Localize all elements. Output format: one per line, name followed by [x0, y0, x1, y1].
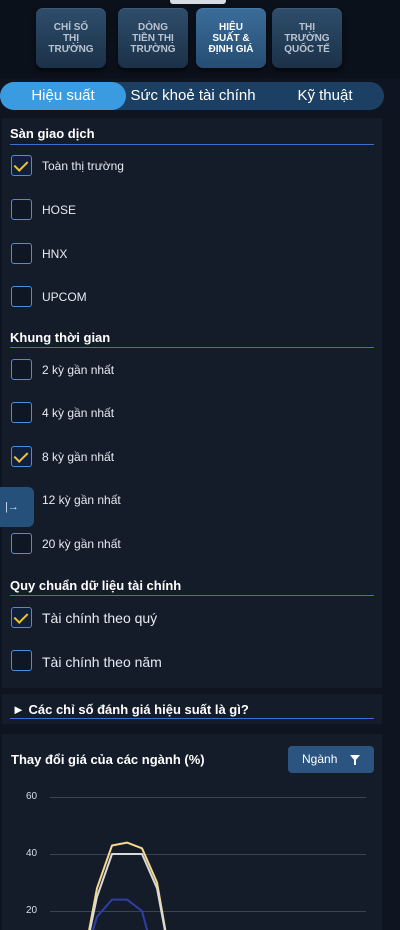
tab-technical[interactable]: Kỹ thuật [270, 82, 380, 110]
funnel-icon [350, 755, 360, 765]
nav-performance-valuation[interactable]: HIỆU SUẤT & ĐỊNH GIÁ [196, 8, 266, 68]
checkbox-yearly[interactable] [11, 650, 32, 671]
section-divider [10, 718, 374, 719]
timeframe-section-title: Khung thời gian [10, 330, 111, 345]
checkbox-hose[interactable] [11, 199, 32, 220]
chart-title: Thay đổi giá của các ngành (%) [11, 752, 205, 767]
checkbox-label: Tài chính theo quý [42, 610, 158, 626]
nav-label-line: TIỀN THỊ [132, 32, 174, 44]
nav-label-line: TRƯỜNG [284, 32, 330, 44]
nav-label-line: HIỆU [219, 21, 243, 33]
checkbox-label: 12 kỳ gần nhất [42, 493, 121, 507]
checkbox-label: Tài chính theo năm [42, 654, 162, 670]
faq-toggle[interactable]: ► Các chỉ số đánh giá hiệu suất là gì? [12, 702, 249, 717]
top-navigation: CHỈ SỐ THỊ TRƯỜNG DÒNG TIỀN THỊ TRƯỜNG H… [0, 0, 400, 78]
checkbox-label: 4 kỳ gần nhất [42, 406, 115, 420]
tab-performance[interactable]: Hiệu suất [0, 82, 126, 110]
checkbox-hnx[interactable] [11, 243, 32, 264]
nav-label-line: TRƯỜNG [130, 43, 176, 55]
nav-international-market[interactable]: THỊ TRƯỜNG QUỐC TẾ [272, 8, 342, 68]
nav-label-line: THỊ [62, 32, 80, 44]
nav-label-line: QUỐC TẾ [284, 43, 330, 55]
filter-button-label: Ngành [302, 752, 338, 766]
nav-label-line: CHỈ SỐ [53, 21, 89, 33]
financial-data-section-title: Quy chuẩn dữ liệu tài chính [10, 578, 182, 593]
section-divider [10, 595, 374, 596]
sector-filter-button[interactable]: Ngành [288, 746, 374, 773]
checkbox-label: UPCOM [42, 290, 87, 304]
checkbox-label: 2 kỳ gần nhất [42, 363, 115, 377]
section-divider [10, 144, 374, 145]
nav-label-line: SUẤT & [212, 32, 250, 44]
checkbox-label: HOSE [42, 203, 77, 217]
nav-label-line: DÒNG [138, 21, 168, 33]
checkbox-quarterly[interactable] [11, 607, 32, 628]
checkbox-upcom[interactable] [11, 286, 32, 307]
checkbox-label: Toàn thị trường [42, 159, 124, 173]
checkbox-label: 8 kỳ gần nhất [42, 450, 115, 464]
sub-tabs: Hiệu suất Sức khoẻ tài chính Kỹ thuật [0, 82, 384, 110]
sector-price-chart [82, 841, 172, 930]
tab-financial-health[interactable]: Sức khoẻ tài chính [126, 82, 260, 110]
nav-label-line: ĐỊNH GIÁ [208, 43, 254, 55]
exchange-section-title: Sàn giao dịch [10, 126, 95, 141]
checkbox-4-periods[interactable] [11, 402, 32, 423]
nav-label-line: THỊ [298, 21, 316, 33]
top-notch [170, 0, 226, 4]
checkbox-label: HNX [42, 247, 68, 261]
checkbox-label: 20 kỳ gần nhất [42, 537, 121, 551]
nav-market-index[interactable]: CHỈ SỐ THỊ TRƯỜNG [36, 8, 106, 68]
checkbox-8-periods[interactable] [11, 446, 32, 467]
chart-series-line[interactable] [82, 841, 172, 930]
expand-panel-icon[interactable]: |→ [0, 487, 34, 527]
nav-money-flow[interactable]: DÒNG TIỀN THỊ TRƯỜNG [118, 8, 188, 68]
section-divider [10, 347, 374, 348]
checkbox-2-periods[interactable] [11, 359, 32, 380]
checkbox-20-periods[interactable] [11, 533, 32, 554]
nav-label-line: TRƯỜNG [48, 43, 94, 55]
checkbox-all-market[interactable] [11, 155, 32, 176]
